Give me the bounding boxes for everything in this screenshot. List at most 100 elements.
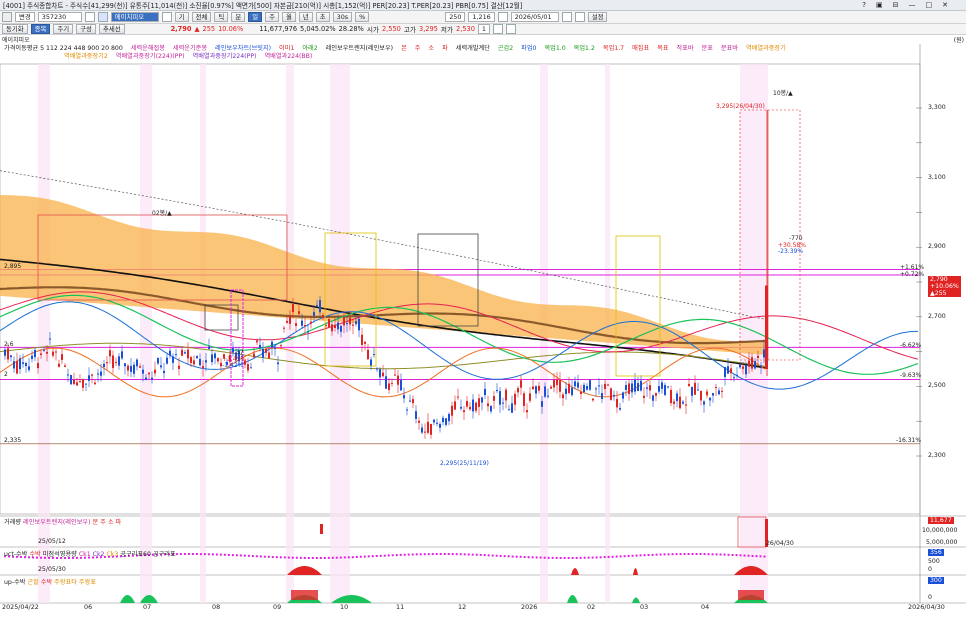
candle-body (625, 385, 627, 390)
candle-body (211, 354, 213, 363)
candle-body (445, 418, 447, 425)
osc2-badge: 300 (928, 577, 944, 584)
candle-body (553, 380, 555, 388)
help-icon[interactable]: ? (862, 1, 866, 9)
sync-tab[interactable]: 동기화 (2, 24, 28, 34)
close-icon[interactable]: ✕ (942, 1, 948, 9)
trendline-tab[interactable]: 추세선 (98, 24, 125, 34)
search-icon[interactable] (84, 12, 95, 22)
candle-body (400, 380, 402, 391)
candle-body (205, 360, 207, 363)
stock-info-icon[interactable] (161, 12, 172, 22)
split-icon[interactable]: ⊟ (893, 1, 899, 9)
candle-body (409, 400, 411, 402)
candle-body (520, 380, 522, 388)
calendar-icon[interactable] (561, 12, 572, 22)
candle-body (163, 370, 165, 374)
candle-body (247, 364, 249, 371)
stock-tab[interactable]: 종목 (30, 24, 51, 34)
candle-body (679, 396, 681, 409)
candle-body (736, 374, 738, 376)
candle-body (259, 344, 261, 348)
stock-code-input[interactable]: 357230 (37, 12, 82, 22)
candle-body (613, 394, 615, 397)
candle-body (175, 354, 177, 356)
period-week[interactable]: 주 (265, 12, 279, 22)
y-axis-label: 3,100 (928, 174, 946, 181)
candle-body (406, 409, 408, 411)
window-title: [4001] 주식종합차트 - 주식수[41,299(천)] 유통주[11,01… (3, 2, 523, 10)
candle-body (730, 368, 732, 374)
volume-axis-label: 10,000,000 (922, 527, 958, 534)
pin-icon[interactable]: ▣ (876, 1, 883, 9)
candle-body (568, 383, 570, 394)
all-button[interactable]: 전체 (191, 12, 212, 22)
ki-button[interactable]: 기 (174, 12, 189, 22)
candle-body (169, 350, 171, 356)
candle-body (529, 393, 531, 401)
candle-body (70, 375, 72, 385)
candle-body (178, 365, 180, 369)
candle-body (265, 348, 267, 353)
period-30s[interactable]: 30s (332, 12, 353, 22)
candle-body (682, 401, 684, 404)
scroll-left-icon[interactable] (493, 24, 503, 34)
candle-body (739, 364, 741, 368)
refresh-icon[interactable] (574, 12, 585, 22)
lock-icon[interactable] (497, 12, 508, 22)
candle-body (118, 356, 120, 366)
candle-body (97, 373, 99, 375)
candle-body (88, 375, 90, 381)
toolbar-quote: 동기화 종목 주기 구성 추세선 2,790 ▲ 255 10.06% 11,6… (0, 24, 966, 35)
date-input[interactable]: 2026/05/01 (510, 12, 559, 22)
stock-name-field[interactable]: 에이치피오 (110, 12, 159, 22)
left-level-label: 2,6 (4, 341, 14, 348)
low-value: 2,530 (456, 25, 475, 33)
scroll-right-icon[interactable] (506, 24, 516, 34)
candle-body (217, 358, 219, 362)
candle-body (688, 383, 690, 387)
high-value: 3,295 (419, 25, 438, 33)
menu-icon[interactable] (2, 12, 12, 22)
candle-body (604, 383, 606, 389)
candle-body (466, 400, 468, 407)
ratio-field[interactable]: 1,216 (468, 12, 495, 22)
period-tick[interactable]: 틱 (214, 12, 229, 22)
price-chart[interactable] (0, 44, 966, 624)
volume-value: 11,677,976 (259, 25, 298, 33)
candle-body (580, 391, 582, 395)
maximize-icon[interactable]: □ (926, 1, 933, 9)
period-percent[interactable]: % (355, 12, 370, 22)
candle-body (748, 360, 750, 367)
candle-body (712, 393, 714, 396)
price-change: 255 (202, 25, 216, 33)
mode-select[interactable]: 변경 (15, 12, 35, 22)
candle-body (193, 360, 195, 365)
period-minute[interactable]: 분 (231, 12, 246, 22)
period-second[interactable]: 초 (315, 12, 330, 22)
unit-label: (원) (953, 37, 964, 44)
period-year[interactable]: 년 (298, 12, 313, 22)
candle-body (301, 320, 303, 326)
period-day[interactable]: 일 (248, 12, 263, 22)
y-axis-label: 2,900 (928, 243, 946, 250)
candle-body (172, 356, 174, 363)
candle-body (337, 322, 339, 330)
candle-body (697, 389, 699, 391)
candle-body (421, 427, 423, 433)
minimize-icon[interactable]: — (909, 1, 916, 9)
candle-body (691, 387, 693, 396)
candle-body (700, 390, 702, 401)
osc1-axis-label: 0 (928, 566, 932, 573)
page-input[interactable]: 1 (477, 24, 490, 34)
candle-body (631, 383, 633, 393)
candle-body (403, 395, 405, 399)
candle-body (427, 421, 429, 433)
favorite-icon[interactable] (97, 12, 108, 22)
cycle-tab[interactable]: 주기 (53, 24, 74, 34)
compose-tab[interactable]: 구성 (76, 24, 96, 34)
period-month[interactable]: 월 (281, 12, 296, 22)
volume-ratio: 5,045.02% (300, 25, 336, 33)
count-input[interactable]: 250 (445, 12, 466, 22)
settings-button[interactable]: 설정 (587, 12, 608, 22)
